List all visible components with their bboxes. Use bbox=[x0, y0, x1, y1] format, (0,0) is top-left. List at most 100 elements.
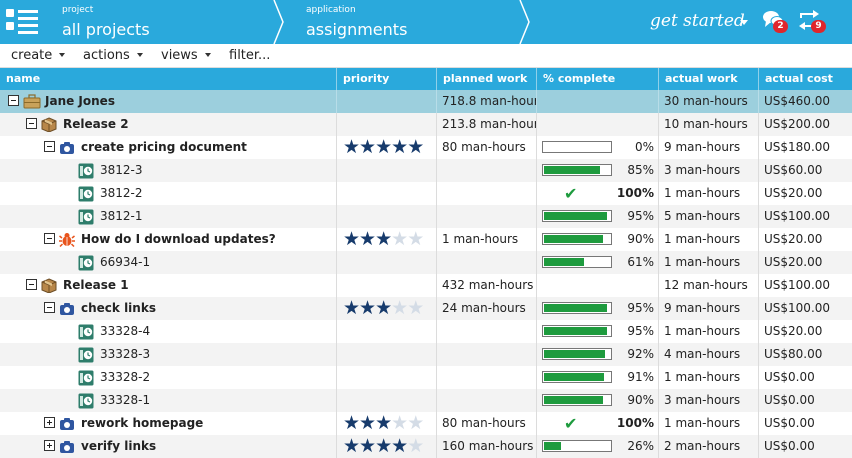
star-filled-icon[interactable]: ★ bbox=[343, 297, 360, 319]
priority-stars[interactable]: ★★★★★ bbox=[343, 228, 424, 250]
star-filled-icon[interactable]: ★ bbox=[407, 136, 424, 158]
star-filled-icon[interactable]: ★ bbox=[375, 435, 392, 457]
column-header-name[interactable]: name bbox=[0, 68, 336, 90]
table-row[interactable]: create pricing document ★★★★★ 80 man-hours… bbox=[0, 136, 852, 159]
updates-count-badge: 9 bbox=[811, 20, 826, 33]
collapse-icon[interactable] bbox=[8, 95, 19, 106]
row-name-label[interactable]: verify links bbox=[81, 435, 156, 458]
breadcrumb-application[interactable]: application assignments bbox=[306, 0, 506, 44]
row-name-label[interactable]: 66934-1 bbox=[100, 251, 150, 274]
table-row[interactable]: 33328-3 92% 4 man-hours US$80.00 bbox=[0, 343, 852, 366]
actual-work-cell: 10 man-hours bbox=[658, 113, 758, 136]
star-filled-icon[interactable]: ★ bbox=[359, 435, 376, 457]
actions-menu[interactable]: actions bbox=[83, 48, 143, 63]
actual-cost-cell: US$200.00 bbox=[758, 113, 852, 136]
expand-icon[interactable] bbox=[44, 440, 55, 451]
row-name-label[interactable]: 33328-4 bbox=[100, 320, 150, 343]
row-name-label[interactable]: How do I download updates? bbox=[81, 228, 276, 251]
percent-complete-label: 92% bbox=[627, 347, 654, 361]
table-row[interactable]: 3812-1 95% 5 man-hours US$100.00 bbox=[0, 205, 852, 228]
column-header-actual-work[interactable]: actual work bbox=[658, 68, 758, 90]
row-name-label[interactable]: create pricing document bbox=[81, 136, 247, 159]
row-name-label[interactable]: 3812-2 bbox=[100, 182, 143, 205]
star-filled-icon[interactable]: ★ bbox=[343, 228, 360, 250]
star-filled-icon[interactable]: ★ bbox=[343, 412, 360, 434]
row-name-label[interactable]: Jane Jones bbox=[45, 90, 115, 113]
percent-complete-cell: ✔ 100% bbox=[536, 182, 658, 205]
row-name-label[interactable]: 33328-1 bbox=[100, 389, 150, 412]
star-empty-icon[interactable]: ★ bbox=[407, 228, 424, 250]
actual-work-cell: 4 man-hours bbox=[658, 343, 758, 366]
percent-complete-label: 91% bbox=[627, 370, 654, 384]
collapse-icon[interactable] bbox=[26, 279, 37, 290]
star-filled-icon[interactable]: ★ bbox=[359, 228, 376, 250]
expand-icon[interactable] bbox=[44, 417, 55, 428]
star-filled-icon[interactable]: ★ bbox=[375, 297, 392, 319]
percent-complete-label: 0% bbox=[634, 140, 654, 154]
star-empty-icon[interactable]: ★ bbox=[391, 228, 408, 250]
table-row[interactable]: How do I download updates? ★★★★★ 1 man-hou… bbox=[0, 228, 852, 251]
priority-stars[interactable]: ★★★★★ bbox=[343, 412, 424, 434]
column-header-priority[interactable]: priority bbox=[336, 68, 436, 90]
star-empty-icon[interactable]: ★ bbox=[391, 297, 408, 319]
priority-stars[interactable]: ★★★★★ bbox=[343, 136, 424, 158]
priority-stars[interactable]: ★★★★★ bbox=[343, 297, 424, 319]
star-filled-icon[interactable]: ★ bbox=[391, 435, 408, 457]
star-filled-icon[interactable]: ★ bbox=[375, 228, 392, 250]
column-header-actual-cost[interactable]: actual cost bbox=[758, 68, 852, 90]
star-filled-icon[interactable]: ★ bbox=[375, 412, 392, 434]
table-row[interactable]: 66934-1 61% 1 man-hours US$20.00 bbox=[0, 251, 852, 274]
percent-complete-cell bbox=[536, 90, 658, 113]
table-row[interactable]: 3812-2 ✔ 100% 1 man-hours US$20.00 bbox=[0, 182, 852, 205]
star-empty-icon[interactable]: ★ bbox=[391, 412, 408, 434]
row-name-label[interactable]: 3812-1 bbox=[100, 205, 143, 228]
column-header-percent-complete[interactable]: % complete bbox=[536, 68, 658, 90]
get-started-button[interactable]: get started bbox=[650, 11, 745, 31]
filter-button[interactable]: filter... bbox=[229, 48, 270, 63]
star-filled-icon[interactable]: ★ bbox=[359, 412, 376, 434]
row-name-label[interactable]: rework homepage bbox=[81, 412, 203, 435]
column-header-planned-work[interactable]: planned work bbox=[436, 68, 536, 90]
star-filled-icon[interactable]: ★ bbox=[343, 136, 360, 158]
star-filled-icon[interactable]: ★ bbox=[359, 136, 376, 158]
priority-cell bbox=[336, 113, 436, 136]
name-cell: How do I download updates? bbox=[0, 228, 336, 251]
table-row[interactable]: check links ★★★★★ 24 man-hours 95% 9 man-hou… bbox=[0, 297, 852, 320]
star-filled-icon[interactable]: ★ bbox=[391, 136, 408, 158]
table-row[interactable]: 33328-1 90% 3 man-hours US$0.00 bbox=[0, 389, 852, 412]
collapse-icon[interactable] bbox=[26, 118, 37, 129]
row-name-label[interactable]: 33328-3 bbox=[100, 343, 150, 366]
table-row[interactable]: 33328-2 91% 1 man-hours US$0.00 bbox=[0, 366, 852, 389]
row-name-label[interactable]: check links bbox=[81, 297, 156, 320]
collapse-icon[interactable] bbox=[44, 233, 55, 244]
table-row[interactable]: 33328-4 95% 1 man-hours US$20.00 bbox=[0, 320, 852, 343]
table-row[interactable]: Release 2 213.8 man-hours 10 man-hours US$2… bbox=[0, 113, 852, 136]
priority-stars[interactable]: ★★★★★ bbox=[343, 435, 424, 457]
table-row[interactable]: Jane Jones 718.8 man-hours 30 man-hours US$… bbox=[0, 90, 852, 113]
star-empty-icon[interactable]: ★ bbox=[407, 297, 424, 319]
views-menu[interactable]: views bbox=[161, 48, 211, 63]
updates-button[interactable]: 9 bbox=[798, 10, 830, 34]
star-filled-icon[interactable]: ★ bbox=[359, 297, 376, 319]
chat-button[interactable]: 2 bbox=[762, 10, 792, 34]
create-menu[interactable]: create bbox=[11, 48, 66, 63]
table-row[interactable]: verify links ★★★★★ 160 man-hours 26% 2 man-h… bbox=[0, 435, 852, 458]
chevron-down-icon[interactable] bbox=[740, 20, 748, 25]
row-name-label[interactable]: 33328-2 bbox=[100, 366, 150, 389]
star-empty-icon[interactable]: ★ bbox=[407, 412, 424, 434]
table-row[interactable]: Release 1 432 man-hours 12 man-hours US$100… bbox=[0, 274, 852, 297]
table-row[interactable]: 3812-3 85% 3 man-hours US$60.00 bbox=[0, 159, 852, 182]
star-empty-icon[interactable]: ★ bbox=[407, 435, 424, 457]
collapse-icon[interactable] bbox=[44, 141, 55, 152]
breadcrumb-project[interactable]: project all projects bbox=[62, 0, 262, 44]
main-menu-button[interactable] bbox=[0, 0, 48, 44]
percent-complete-cell bbox=[536, 113, 658, 136]
star-filled-icon[interactable]: ★ bbox=[375, 136, 392, 158]
progress-bar-fill bbox=[544, 212, 607, 220]
row-name-label[interactable]: Release 1 bbox=[63, 274, 129, 297]
collapse-icon[interactable] bbox=[44, 302, 55, 313]
row-name-label[interactable]: Release 2 bbox=[63, 113, 129, 136]
row-name-label[interactable]: 3812-3 bbox=[100, 159, 143, 182]
table-row[interactable]: rework homepage ★★★★★ 80 man-hours ✔ 100% 1 m… bbox=[0, 412, 852, 435]
star-filled-icon[interactable]: ★ bbox=[343, 435, 360, 457]
